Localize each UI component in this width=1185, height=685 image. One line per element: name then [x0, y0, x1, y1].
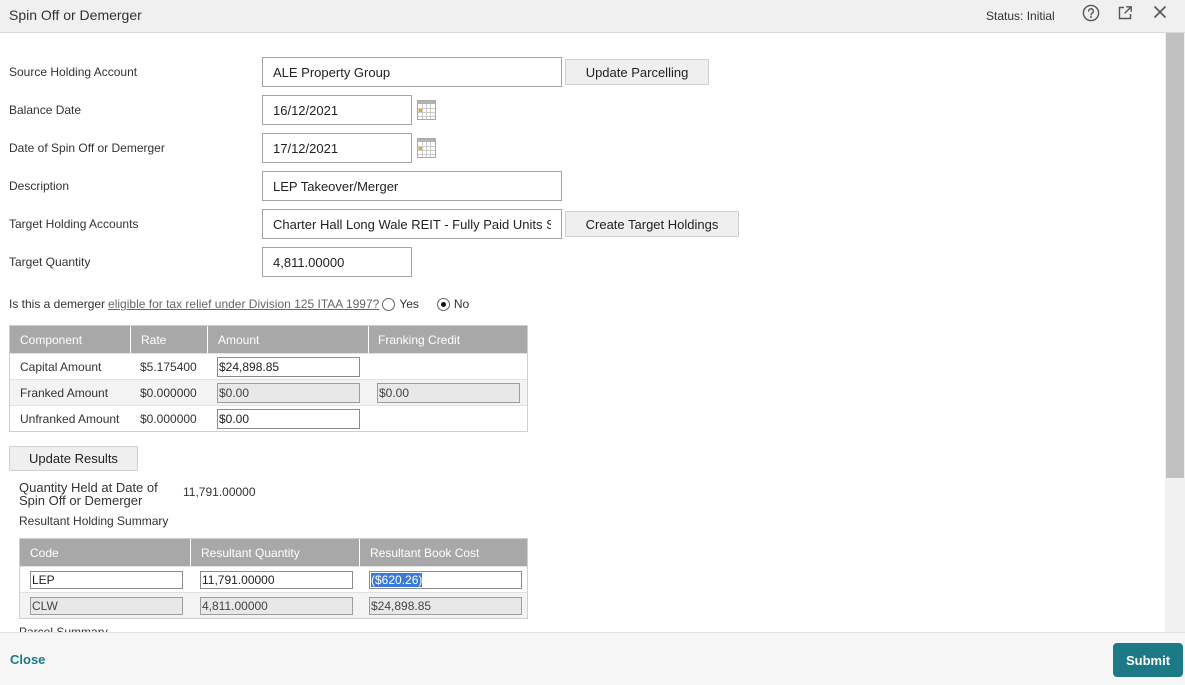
- code-input[interactable]: [30, 570, 183, 589]
- column-header-franking-credit: Franking Credit: [368, 326, 527, 353]
- column-header-rate: Rate: [130, 326, 207, 353]
- update-parcelling-button[interactable]: Update Parcelling: [565, 59, 709, 85]
- component-name: Franked Amount: [20, 385, 109, 400]
- code-cell: [20, 593, 190, 618]
- amount-cell: [207, 380, 368, 405]
- radio-yes[interactable]: [382, 297, 396, 311]
- column-header-resultant-book-cost: Resultant Book Cost: [359, 539, 527, 566]
- spin-off-date-input[interactable]: [262, 133, 412, 163]
- component-rate: $0.000000: [140, 411, 197, 426]
- external-link-icon[interactable]: [1117, 5, 1133, 21]
- radio-option-yes[interactable]: Yes: [382, 297, 419, 311]
- quantity-held-value: 11,791.00000: [183, 485, 256, 499]
- franking-credit-cell: [368, 354, 527, 379]
- resultant-quantity-input[interactable]: [200, 570, 353, 589]
- vertical-scrollbar[interactable]: [1165, 33, 1185, 632]
- resultant-book-cost-input[interactable]: ($620.26): [369, 570, 522, 589]
- table-row: Unfranked Amount $0.000000: [10, 405, 527, 431]
- code-input: [30, 596, 183, 615]
- component-rate: $0.000000: [140, 385, 197, 400]
- source-holding-account-input[interactable]: [262, 57, 562, 87]
- submit-button[interactable]: Submit: [1113, 643, 1183, 677]
- help-icon[interactable]: [1082, 4, 1100, 22]
- table-header-row: Component Rate Amount Franking Credit: [10, 326, 527, 353]
- balance-date-input[interactable]: [262, 95, 412, 125]
- quantity-held-label: Quantity Held at Date of Spin Off or Dem…: [19, 480, 158, 508]
- dialog-content: Source Holding Account Update Parcelling…: [0, 33, 1165, 632]
- component-name: Unfranked Amount: [20, 411, 120, 426]
- column-header-amount: Amount: [207, 326, 368, 353]
- table-row: [20, 592, 527, 618]
- franked-amount-input: [217, 382, 360, 403]
- radio-no-label: No: [453, 297, 470, 311]
- components-table: Component Rate Amount Franking Credit Ca…: [9, 325, 528, 432]
- radio-yes-label: Yes: [399, 297, 419, 311]
- column-header-code: Code: [30, 545, 59, 560]
- close-link[interactable]: Close: [10, 652, 45, 668]
- spin-off-date-label: Date of Spin Off or Demerger: [9, 141, 165, 155]
- table-header-row: Code Resultant Quantity Resultant Book C…: [20, 539, 527, 566]
- table-row: Franked Amount $0.000000: [10, 379, 527, 405]
- calendar-icon[interactable]: [417, 138, 436, 158]
- radio-option-no[interactable]: No: [436, 297, 470, 311]
- code-cell: [20, 567, 190, 592]
- calendar-icon[interactable]: [417, 100, 436, 120]
- source-holding-account-label: Source Holding Account: [9, 65, 138, 79]
- book-cost-cell: ($620.26): [359, 567, 527, 592]
- quantity-cell: [190, 593, 359, 618]
- dialog-header: Spin Off or Demerger Status: Initial: [0, 0, 1185, 33]
- spin-off-dialog: Spin Off or Demerger Status: Initial Sou…: [0, 0, 1185, 685]
- description-input[interactable]: [262, 171, 562, 201]
- amount-cell: [207, 406, 368, 431]
- book-cost-cell: [359, 593, 527, 618]
- balance-date-label: Balance Date: [9, 103, 82, 117]
- resultant-holding-summary-title: Resultant Holding Summary: [19, 514, 169, 528]
- column-header-resultant-quantity: Resultant Quantity: [190, 539, 359, 566]
- radio-no[interactable]: [436, 297, 450, 311]
- target-holding-accounts-label: Target Holding Accounts: [9, 217, 139, 231]
- scrollbar-thumb[interactable]: [1166, 33, 1184, 478]
- target-holding-accounts-input[interactable]: [262, 209, 562, 239]
- component-rate: $5.175400: [140, 359, 197, 374]
- target-quantity-input[interactable]: [262, 247, 412, 277]
- quantity-cell: [190, 567, 359, 592]
- parcel-summary-title: Parcel Summary: [19, 625, 108, 632]
- close-icon[interactable]: [1153, 5, 1167, 19]
- target-quantity-label: Target Quantity: [9, 255, 91, 269]
- franking-credit-cell: [368, 406, 527, 431]
- status-label: Status: Initial: [986, 9, 1055, 23]
- resultant-book-cost-input: [369, 596, 522, 615]
- dialog-title: Spin Off or Demerger: [9, 7, 142, 23]
- table-row: Capital Amount $5.175400: [10, 353, 527, 379]
- column-header-component: Component: [20, 332, 83, 347]
- update-results-button[interactable]: Update Results: [9, 446, 138, 471]
- table-row: ($620.26): [20, 566, 527, 592]
- demerger-question: Is this a demerger eligible for tax reli…: [9, 296, 469, 312]
- franking-credit-input: [377, 382, 520, 403]
- component-name: Capital Amount: [20, 359, 102, 374]
- tax-relief-link[interactable]: eligible for tax relief under Division 1…: [108, 297, 379, 311]
- amount-cell: [207, 354, 368, 379]
- demerger-question-text: Is this a demerger: [9, 297, 106, 311]
- resultant-quantity-input: [200, 596, 353, 615]
- description-label: Description: [9, 179, 70, 193]
- selected-text: ($620.26): [371, 572, 423, 587]
- capital-amount-input[interactable]: [217, 356, 360, 377]
- resultant-summary-table: Code Resultant Quantity Resultant Book C…: [19, 538, 528, 619]
- franking-credit-cell: [368, 380, 527, 405]
- dialog-footer: Close Submit: [0, 632, 1185, 685]
- create-target-holdings-button[interactable]: Create Target Holdings: [565, 211, 739, 237]
- unfranked-amount-input[interactable]: [217, 408, 360, 429]
